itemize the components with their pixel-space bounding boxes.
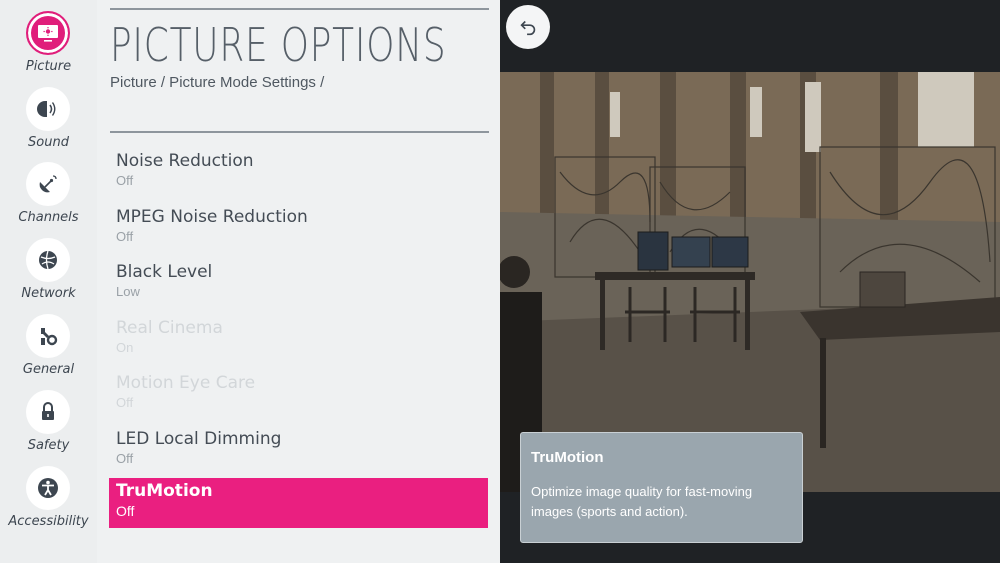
- menu-item-value: Low: [116, 284, 140, 299]
- divider: [110, 131, 489, 133]
- menu-item-label: LED Local Dimming: [116, 429, 282, 449]
- menu-item-label: MPEG Noise Reduction: [116, 207, 308, 227]
- menu-item-value: On: [116, 340, 134, 355]
- menu-item-black-level[interactable]: Black Level Low: [109, 259, 488, 309]
- sidebar-item-general[interactable]: General: [0, 306, 97, 378]
- sidebar-item-sound[interactable]: Sound: [0, 79, 97, 151]
- sidebar-item-label: Picture: [25, 59, 72, 74]
- menu-item-value: Off: [116, 395, 134, 410]
- general-icon: [26, 314, 70, 358]
- menu-item-value: Off: [116, 503, 135, 519]
- divider: [110, 8, 489, 10]
- sidebar-item-label: Sound: [28, 135, 69, 150]
- menu-item-value: Off: [116, 173, 134, 188]
- sidebar-item-network[interactable]: Network: [0, 230, 97, 302]
- picture-preview: TruMotion Optimize image quality for fas…: [500, 0, 1000, 563]
- page-title: PICTURE OPTIONS: [110, 18, 447, 72]
- menu-item-trumotion[interactable]: TruMotion Off: [109, 478, 488, 528]
- back-arrow-icon: [520, 20, 536, 36]
- sidebar-item-safety[interactable]: Safety: [0, 382, 97, 454]
- tooltip-title: TruMotion: [531, 449, 604, 466]
- sidebar-item-label: General: [22, 362, 75, 377]
- menu-item-led-local-dimming[interactable]: LED Local Dimming Off: [109, 426, 488, 476]
- menu-item-value: Off: [116, 451, 134, 466]
- picture-options-panel: PICTURE OPTIONS Picture / Picture Mode S…: [97, 0, 500, 563]
- sidebar-item-label: Network: [21, 286, 76, 301]
- menu-item-value: Off: [116, 229, 134, 244]
- sound-icon: [26, 87, 70, 131]
- picture-icon: [26, 11, 70, 55]
- channels-icon: [26, 162, 70, 206]
- settings-sidebar: Picture Sound Channels Network General S…: [0, 0, 97, 563]
- sidebar-item-label: Channels: [18, 210, 79, 225]
- tooltip-body: Optimize image quality for fast-moving i…: [531, 484, 753, 519]
- menu-item-label: Noise Reduction: [116, 151, 254, 171]
- lock-icon: [26, 390, 70, 434]
- network-icon: [26, 238, 70, 282]
- menu-item-motion-eye-care: Motion Eye Care Off: [109, 370, 488, 420]
- help-tooltip: TruMotion Optimize image quality for fas…: [520, 432, 803, 543]
- menu-item-label: TruMotion: [116, 481, 213, 501]
- sidebar-item-picture[interactable]: Picture: [0, 3, 97, 75]
- menu-item-label: Black Level: [116, 262, 213, 282]
- breadcrumb: Picture / Picture Mode Settings /: [110, 74, 325, 91]
- menu-item-mpeg-noise-reduction[interactable]: MPEG Noise Reduction Off: [109, 204, 488, 254]
- accessibility-icon: [26, 466, 70, 510]
- menu-item-real-cinema: Real Cinema On: [109, 315, 488, 365]
- sidebar-item-channels[interactable]: Channels: [0, 154, 97, 226]
- sidebar-item-accessibility[interactable]: Accessibility: [0, 458, 97, 530]
- sidebar-item-label: Safety: [27, 438, 70, 453]
- preview-image: [500, 72, 1000, 492]
- menu-item-noise-reduction[interactable]: Noise Reduction Off: [109, 148, 488, 198]
- menu-item-label: Real Cinema: [116, 318, 223, 338]
- sidebar-item-label: Accessibility: [8, 514, 89, 529]
- menu-item-label: Motion Eye Care: [116, 373, 256, 393]
- back-button[interactable]: [506, 5, 550, 49]
